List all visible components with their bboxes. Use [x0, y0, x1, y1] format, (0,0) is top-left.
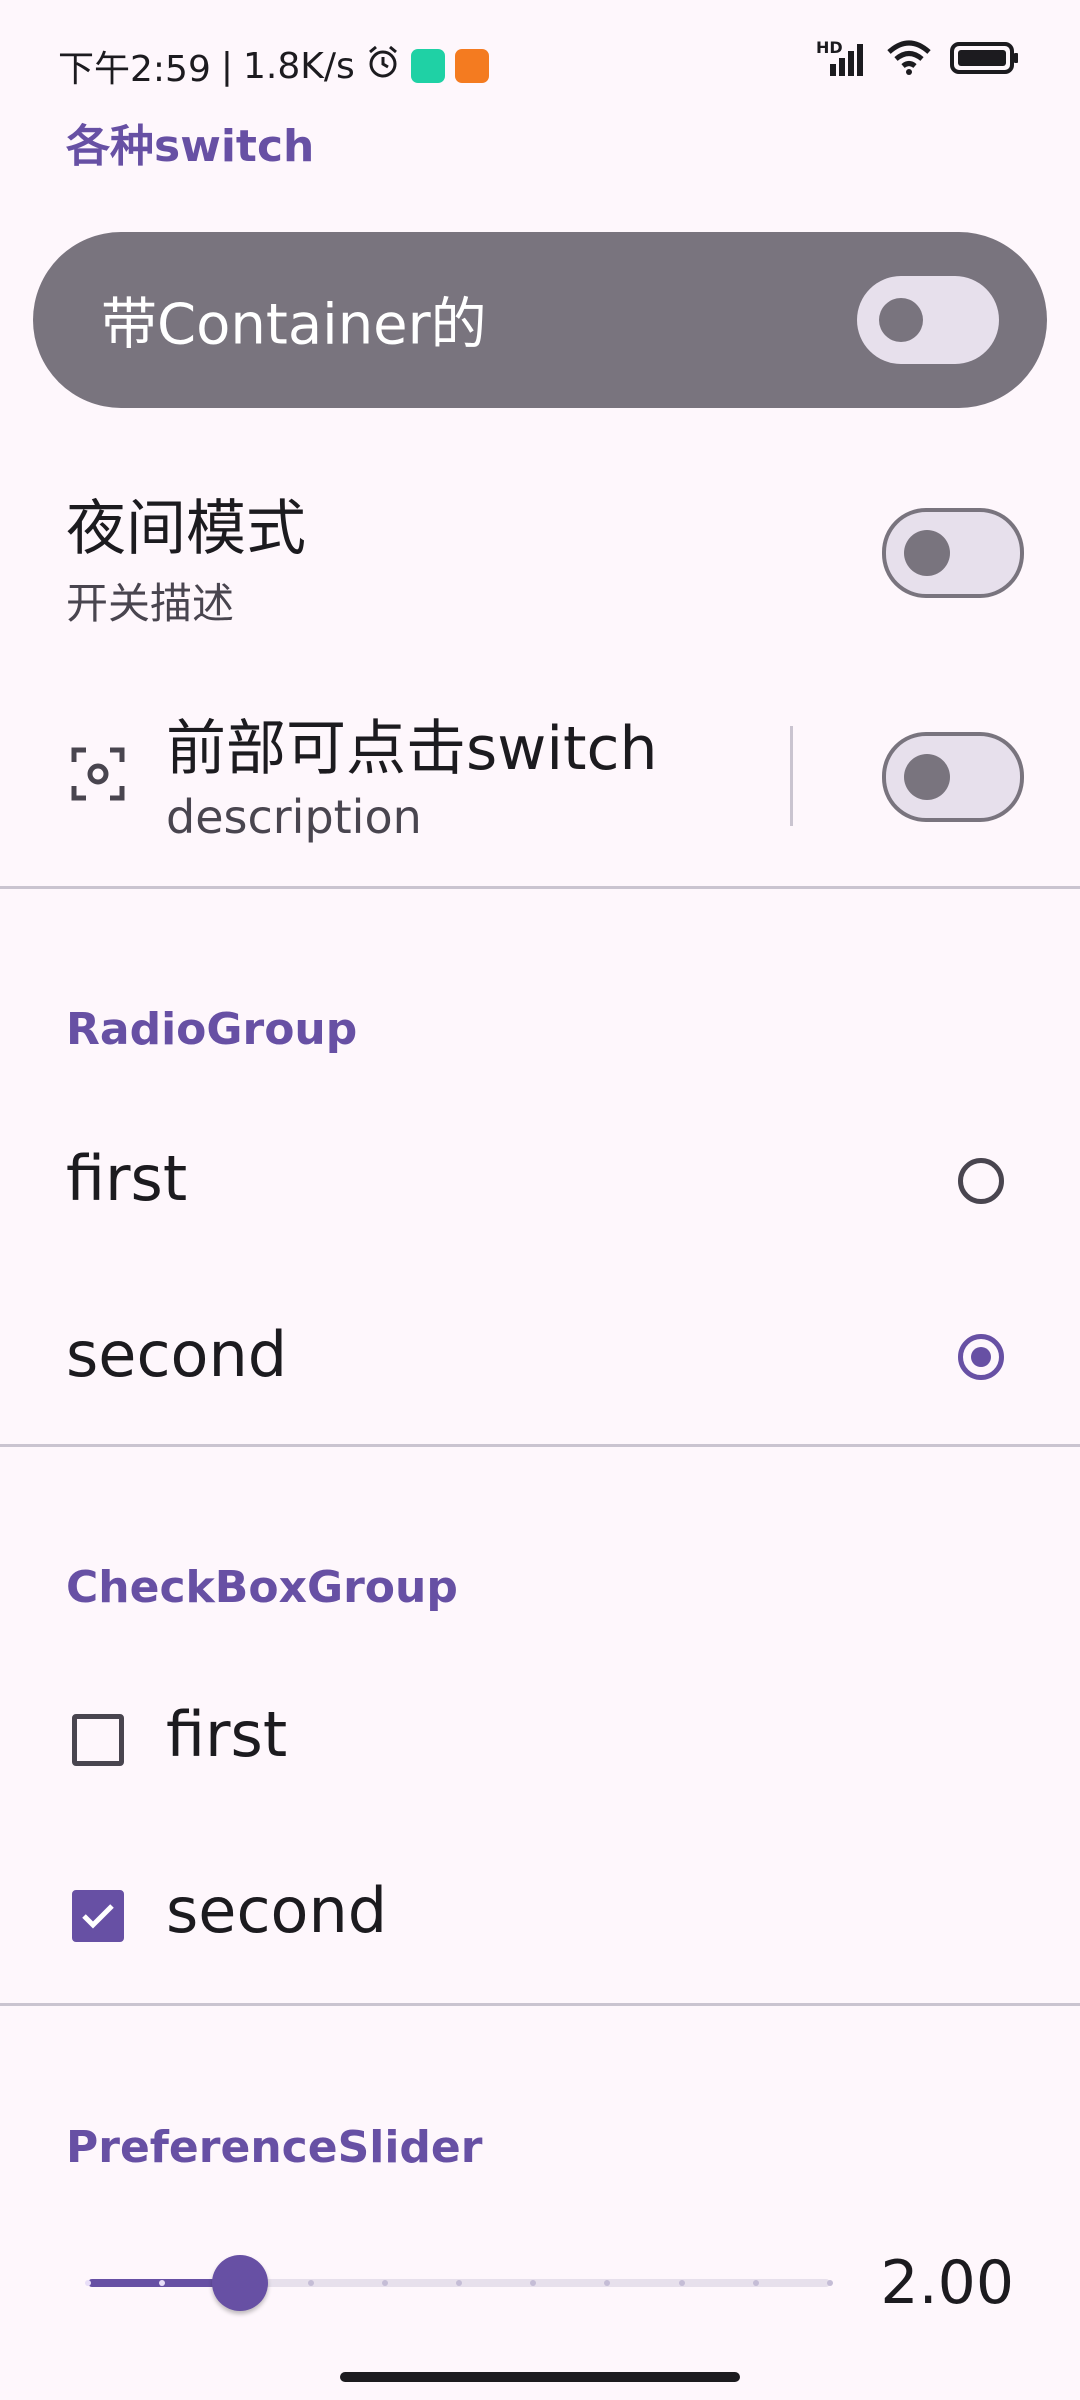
container-switch-card[interactable]: 带Container的 [33, 232, 1047, 408]
switch-section-title: 各种switch [66, 121, 315, 172]
slider-tick [827, 2280, 833, 2286]
slider-value: 2.00 [880, 2248, 1014, 2318]
container-switch-toggle[interactable] [857, 276, 999, 364]
checkbox-option-second[interactable]: second [0, 1852, 1080, 1982]
night-mode-title: 夜间模式 [66, 494, 306, 564]
front-click-switch-description: description [166, 790, 422, 844]
switch-thumb [879, 298, 923, 342]
night-mode-description: 开关描述 [66, 579, 235, 628]
checkbox-checked[interactable] [72, 1890, 124, 1942]
battery-icon [950, 41, 1020, 79]
vertical-divider [790, 726, 793, 826]
checkbox[interactable] [72, 1714, 124, 1766]
slider-tick [85, 2280, 91, 2286]
switch-thumb [904, 530, 950, 576]
center-focus-icon [70, 746, 126, 806]
switch-thumb [904, 754, 950, 800]
status-bar-left: 下午2:59 | 1.8K/s [58, 40, 489, 92]
radio-dot [971, 1347, 991, 1367]
checkbox-option-first[interactable]: first [0, 1676, 1080, 1806]
radio-option-second[interactable]: second [0, 1296, 1080, 1426]
checkbox-section-title: CheckBoxGroup [66, 1562, 458, 1613]
wifi-icon [886, 40, 932, 80]
night-mode-switch[interactable] [882, 508, 1024, 598]
section-divider [0, 886, 1080, 889]
slider-tick [678, 2280, 685, 2286]
radio-option-label: first [66, 1142, 188, 1215]
alarm-icon [365, 44, 401, 89]
container-switch-label: 带Container的 [101, 292, 487, 358]
section-divider [0, 1444, 1080, 1447]
status-separator: | [220, 45, 233, 87]
radio-button-selected[interactable] [958, 1334, 1004, 1380]
status-bar-right: HD [816, 38, 1020, 80]
front-click-switch-title[interactable]: 前部可点击switch [166, 700, 658, 787]
slider-tick [307, 2280, 314, 2286]
app-notification-icon-2 [454, 49, 489, 83]
check-icon [82, 1904, 114, 1929]
slider-tick [456, 2280, 462, 2286]
front-click-switch-toggle[interactable] [882, 732, 1024, 822]
radio-button[interactable] [958, 1158, 1004, 1204]
section-divider [0, 2003, 1080, 2006]
front-click-switch-item[interactable]: 前部可点击switch description [0, 690, 1080, 870]
radio-option-label: second [66, 1318, 288, 1391]
slider-tick [381, 2280, 388, 2286]
slider-thumb[interactable] [212, 2255, 268, 2311]
signal-icon: HD [816, 38, 868, 78]
night-mode-item[interactable]: 夜间模式 开关描述 [0, 460, 1080, 640]
status-time: 下午2:59 [58, 49, 211, 90]
checkbox-option-label: second [166, 1874, 388, 1947]
status-net-speed: 1.8K/s [242, 45, 355, 87]
slider-section-title: PreferenceSlider [66, 2122, 483, 2173]
checkbox-option-label: first [166, 1698, 288, 1771]
slider-tick [752, 2280, 759, 2286]
app-notification-icon [410, 49, 445, 83]
radio-option-first[interactable]: first [0, 1120, 1080, 1250]
home-indicator[interactable] [340, 2372, 740, 2382]
radio-section-title: RadioGroup [66, 1004, 358, 1055]
